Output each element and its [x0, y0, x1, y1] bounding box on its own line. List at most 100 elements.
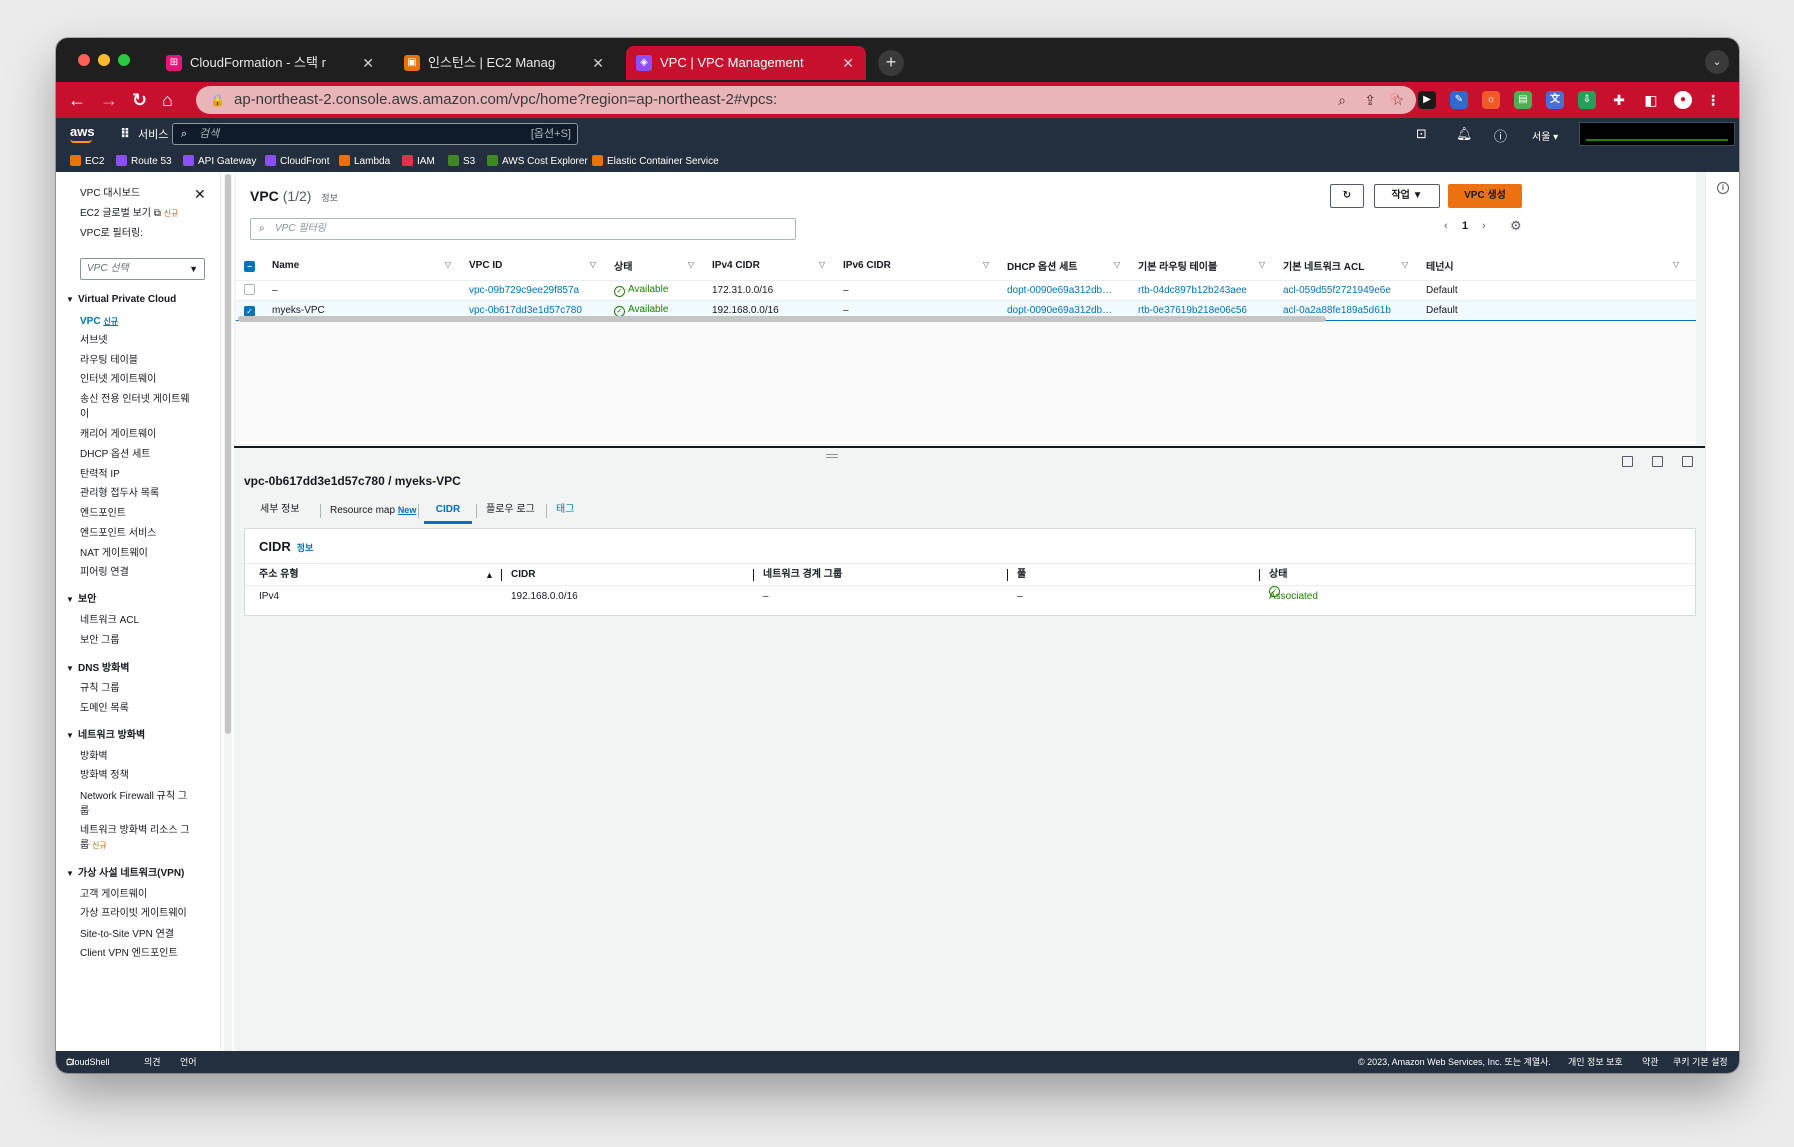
minimize-window-button[interactable] [98, 54, 110, 66]
favorite-lambda[interactable]: Lambda [339, 155, 390, 167]
network-acl-link[interactable]: acl-059d55f2721949e6e [1275, 280, 1418, 301]
terms-link[interactable]: 약관 [1642, 1051, 1659, 1073]
extension-icon[interactable]: ✎ [1450, 91, 1468, 109]
favorite-iam[interactable]: IAM [402, 155, 435, 167]
split-bottom-icon[interactable] [1622, 456, 1633, 467]
extension-icon[interactable]: ▶ [1418, 91, 1436, 109]
services-menu[interactable]: ⠿ 서비스 [120, 126, 168, 142]
dhcp-options-link[interactable]: dopt-0090e69a312db… [999, 280, 1130, 301]
zoom-icon[interactable]: ⌕ [1338, 86, 1346, 114]
tab-search-icon[interactable]: ⌄ [1705, 50, 1729, 74]
favorite-route53[interactable]: Route 53 [116, 155, 172, 167]
extension-icon[interactable]: ▤ [1514, 91, 1532, 109]
forward-icon[interactable]: → [100, 82, 118, 118]
tab-cidr[interactable]: CIDR [424, 498, 472, 524]
nav-peering-connections[interactable]: 피어링 연결 [80, 565, 129, 580]
home-icon[interactable]: ⌂ [162, 82, 173, 118]
tab-details[interactable]: 세부 정보 [260, 498, 300, 524]
nav-dhcp-option-sets[interactable]: DHCP 옵션 세트 [80, 447, 151, 462]
extensions-puzzle-icon[interactable]: ✚ [1610, 91, 1628, 109]
nav-endpoint-services[interactable]: 엔드포인트 서비스 [80, 526, 156, 541]
nav-section-virtual-private-cloud[interactable]: Virtual Private Cloud [66, 292, 176, 307]
vpc-filter-select[interactable]: VPC 선택 [80, 258, 205, 280]
nav-nfw-rule-groups[interactable]: Network Firewall 규칙 그룹 [80, 789, 195, 819]
privacy-link[interactable]: 개인 정보 보호 [1568, 1051, 1623, 1073]
feedback-link[interactable]: 의견 [144, 1051, 161, 1073]
tab-flow-logs[interactable]: 플로우 로그 [486, 498, 535, 524]
console-search[interactable]: ⌕ 검색 [옵션+S] [172, 123, 578, 145]
info-icon[interactable]: i [1717, 182, 1729, 194]
close-icon[interactable]: ✕ [194, 186, 206, 203]
region-selector[interactable]: 서울 ▾ [1532, 128, 1558, 143]
cookie-preferences-link[interactable]: 쿠키 기본 설정 [1673, 1051, 1728, 1073]
column-header-tenancy[interactable]: 테넌시 ▽ [1418, 252, 1696, 281]
favorite-s3[interactable]: S3 [448, 155, 475, 167]
nav-section-network-firewall[interactable]: 네트워크 방화벽 [66, 728, 145, 743]
favorite-ec2[interactable]: EC2 [70, 155, 104, 167]
nav-prefix-lists[interactable]: 관리형 접두사 목록 [80, 486, 159, 501]
reload-icon[interactable]: ↻ [132, 82, 147, 118]
split-full-icon[interactable] [1682, 456, 1693, 467]
nav-ec2-global-view[interactable]: EC2 글로벌 보기 ⧉ 신규 [80, 206, 178, 221]
nav-subnets[interactable]: 서브넷 [80, 333, 108, 348]
browser-tab-cloudformation[interactable]: ⊞ CloudFormation - 스택 myeks ✕ [156, 46, 386, 80]
column-header-network-border-group[interactable]: 네트워크 경계 그룹 [763, 564, 842, 586]
nav-nat-gateways[interactable]: NAT 게이트웨이 [80, 546, 148, 561]
nav-endpoints[interactable]: 엔드포인트 [80, 506, 126, 521]
table-row[interactable]: – vpc-09b729c9ee29f857a ✓ Available 172.3… [236, 280, 1696, 301]
close-tab-icon[interactable]: ✕ [592, 46, 604, 80]
cloudshell-icon[interactable]: ⊡ [1416, 126, 1427, 142]
address-bar[interactable]: 🔒 ap-northeast-2.console.aws.amazon.com/… [196, 86, 1416, 114]
favorite-api-gateway[interactable]: API Gateway [183, 155, 256, 167]
nav-egress-only-igw[interactable]: 송신 전용 인터넷 게이트웨이 [80, 392, 195, 422]
route-table-link[interactable]: rtb-04dc897b12b243aee [1130, 280, 1275, 301]
zoom-window-button[interactable] [118, 54, 130, 66]
nav-rule-groups[interactable]: 규칙 그룹 [80, 681, 120, 696]
sort-ascending-icon[interactable]: ▲ [485, 564, 494, 586]
nav-section-security[interactable]: 보안 [66, 592, 96, 607]
table-horizontal-scrollbar[interactable] [238, 316, 1326, 322]
language-link[interactable]: 언어 [180, 1051, 197, 1073]
close-tab-icon[interactable]: ✕ [362, 46, 374, 80]
column-header-ipv4-cidr[interactable]: IPv4 CIDR ▽ [704, 252, 835, 281]
side-panel-icon[interactable]: ◧ [1642, 91, 1660, 109]
next-page-icon[interactable]: › [1482, 220, 1486, 232]
nav-route-tables[interactable]: 라우팅 테이블 [80, 353, 138, 368]
extension-icon[interactable]: ☼ [1482, 91, 1500, 109]
nav-vpc-dashboard[interactable]: VPC 대시보드 [80, 186, 140, 201]
close-window-button[interactable] [78, 54, 90, 66]
split-side-icon[interactable] [1652, 456, 1663, 467]
help-icon[interactable]: ⓘ [1494, 126, 1507, 145]
column-header-pool[interactable]: 풀 [1017, 564, 1026, 586]
favorite-cost-explorer[interactable]: AWS Cost Explorer [487, 155, 588, 167]
nav-customer-gateways[interactable]: 고객 게이트웨이 [80, 887, 147, 902]
nav-virtual-private-gateways[interactable]: 가상 프라이빗 게이트웨이 [80, 906, 187, 921]
menu-kebab-icon[interactable]: ⋮ [1704, 91, 1722, 109]
tab-resource-map[interactable]: Resource map New [330, 498, 416, 524]
column-header-dhcp-options[interactable]: DHCP 옵션 세트 ▽ [999, 252, 1130, 281]
column-header-cidr[interactable]: CIDR [511, 564, 535, 586]
nav-site-to-site-vpn[interactable]: Site-to-Site VPN 연결 [80, 927, 174, 942]
profile-avatar[interactable]: ● [1674, 91, 1692, 109]
refresh-button[interactable]: ↻ [1330, 184, 1364, 208]
column-header-state[interactable]: 상태 [1269, 564, 1287, 586]
nav-carrier-gateways[interactable]: 캐리어 게이트웨이 [80, 427, 156, 442]
nav-firewalls[interactable]: 방화벽 [80, 749, 108, 764]
nav-elastic-ips[interactable]: 탄력적 IP [80, 467, 120, 482]
notifications-bell-icon[interactable]: 🔔︎ [1456, 126, 1473, 142]
page-number[interactable]: 1 [1462, 220, 1468, 232]
column-header-vpc-id[interactable]: VPC ID ▽ [461, 252, 606, 281]
sidebar-scrollbar[interactable] [224, 174, 232, 1051]
nav-internet-gateways[interactable]: 인터넷 게이트웨이 [80, 372, 156, 387]
close-tab-icon[interactable]: ✕ [842, 46, 854, 80]
nav-nfw-resource-groups[interactable]: 네트워크 방화벽 리소스 그룹 신규 [80, 823, 195, 853]
select-all-checkbox[interactable]: − [236, 252, 264, 281]
actions-dropdown[interactable]: 작업 ▼ [1374, 184, 1440, 208]
favorite-ecs[interactable]: Elastic Container Service [592, 155, 719, 167]
column-header-name[interactable]: Name ▽ [264, 252, 461, 281]
row-checkbox[interactable] [244, 284, 255, 295]
new-tab-button[interactable]: + [878, 50, 904, 76]
browser-tab-vpc[interactable]: ◈ VPC | VPC Management Conso ✕ [626, 46, 866, 80]
column-header-main-route-table[interactable]: 기본 라우팅 테이블 ▽ [1130, 252, 1275, 281]
row-checkbox[interactable]: ✓ [244, 305, 255, 317]
